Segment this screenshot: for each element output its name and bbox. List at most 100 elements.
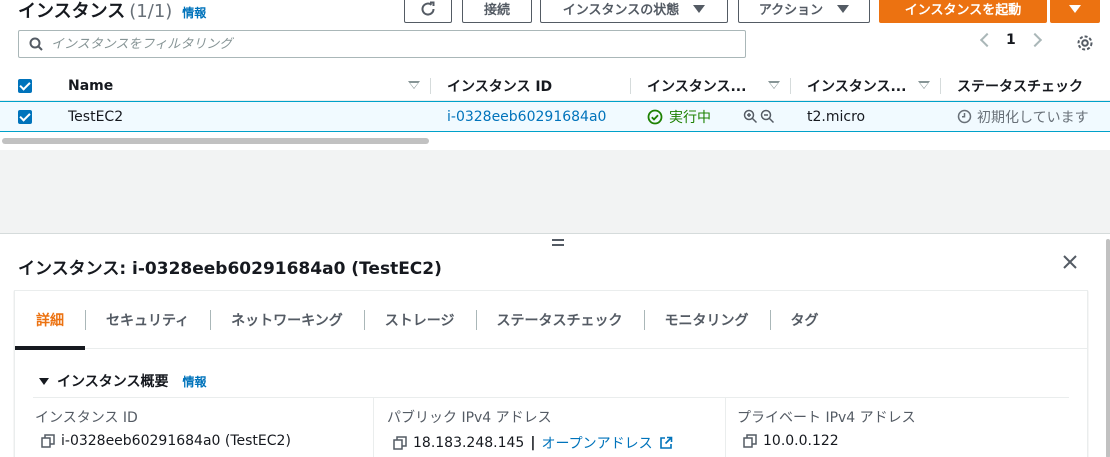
cell-instance-id-link[interactable]: i-0328eeb60291684a0 [447,102,606,131]
public-ip-value: 18.183.248.145 [413,435,525,451]
search-icon [29,37,43,51]
page-title-text: インスタンス [18,1,126,22]
column-header-instance-state[interactable]: インスタンス... [647,70,790,101]
launch-instance-label: インスタンスを起動 [904,3,1022,18]
detail-card: 詳細 セキュリティ ネットワーキング ストレージ ステータスチェック モニタリン… [14,290,1088,457]
instance-state-text: 実行中 [669,109,711,126]
instances-list-region: インスタンス (1/1) 情報 接続 インスタンスの状態 アクション インスタンスを… [0,0,1110,233]
status-check-text: 初期化しています [977,109,1089,126]
section-divider [33,397,1069,398]
caret-down-icon[interactable] [39,377,49,385]
column-header-label: インスタンス... [807,78,907,95]
column-header-status-check[interactable]: ステータスチェック [957,70,1107,101]
connect-button-label: 接続 [483,3,510,18]
instance-id-value: i-0328eeb60291684a0 (TestEC2) [61,433,291,449]
launch-options-dropdown[interactable] [1050,0,1100,23]
filter-search-box [18,30,746,58]
private-ip-value: 10.0.0.122 [763,433,839,449]
vertical-scrollbar[interactable] [1106,239,1110,457]
chevron-right-icon[interactable] [1027,32,1042,48]
filter-input[interactable] [51,36,701,52]
column-divider[interactable] [790,78,791,94]
section-info-link[interactable]: 情報 [182,373,206,390]
open-address-link[interactable]: オープンアドレス [541,433,652,453]
sort-icon[interactable] [408,81,420,89]
row-checkbox-cell [18,102,32,131]
caret-down-icon [837,4,850,13]
sort-icon[interactable] [918,81,930,89]
refresh-button[interactable] [404,0,452,23]
tab-networking[interactable]: ネットワーキング [210,291,364,349]
actions-dropdown[interactable]: アクション [738,0,870,23]
cell-status-check: 初期化しています [957,102,1089,131]
column-header-instance-type[interactable]: インスタンス... [807,70,940,101]
select-all-checkbox[interactable] [18,78,32,93]
cell-instance-state: 実行中 [647,102,711,131]
instances-table-container: インスタンス (1/1) 情報 接続 インスタンスの状態 アクション インスタンスを… [0,0,1110,150]
current-page[interactable]: 1 [1006,32,1016,48]
instance-state-label: インスタンスの状態 [562,3,680,18]
tab-security[interactable]: セキュリティ [85,291,210,349]
column-divider[interactable] [940,78,941,94]
copy-icon[interactable] [743,434,757,448]
actions-label: アクション [758,3,824,18]
field-value-instance-id: i-0328eeb60291684a0 (TestEC2) [41,433,291,449]
horizontal-scrollbar[interactable] [2,138,429,144]
check-circle-icon [647,109,663,124]
chevron-left-icon[interactable] [979,32,995,48]
copy-icon[interactable] [41,434,55,448]
detail-tabs: 詳細 セキュリティ ネットワーキング ストレージ ステータスチェック モニタリン… [15,291,1087,350]
caret-down-icon [693,4,706,13]
caret-down-icon [1069,4,1081,13]
instance-state-dropdown[interactable]: インスタンスの状態 [540,0,728,23]
field-label-private-ip: プライベート IPv4 アドレス [737,410,916,426]
column-header-label: ステータスチェック [957,78,1083,95]
launch-instance-button[interactable]: インスタンスを起動 [879,0,1047,23]
column-divider[interactable] [630,78,631,94]
instance-detail-panel: インスタンス: i-0328eeb60291684a0 (TestEC2) 詳細… [0,233,1110,457]
resize-handle[interactable] [552,239,564,249]
zoom-out-icon[interactable] [760,109,775,124]
refresh-icon [421,1,435,16]
page-title: インスタンス (1/1) 情報 [18,0,206,23]
column-divider [725,397,726,457]
sort-icon[interactable] [768,81,780,89]
tab-tags[interactable]: タグ [769,291,840,349]
tab-monitoring[interactable]: モニタリング [643,291,770,349]
column-header-label: Name [68,77,114,94]
cell-name: TestEC2 [68,108,124,125]
separator: | [530,435,536,451]
column-divider [373,397,374,457]
copy-icon[interactable] [393,436,407,450]
external-link-icon[interactable] [659,436,673,450]
field-label-public-ip: パブリック IPv4 アドレス [387,410,552,426]
instance-summary-header[interactable]: インスタンス概要 情報 [39,371,206,391]
field-label-instance-id: インスタンス ID [35,410,138,426]
field-value-public-ip: 18.183.248.145 | オープンアドレス [393,433,673,453]
instance-count: (1/1) [129,1,173,22]
close-icon[interactable] [1062,254,1078,270]
row-checkbox[interactable] [18,109,32,124]
zoom-controls [743,102,775,131]
table-row[interactable]: TestEC2 i-0328eeb60291684a0 実行中 t2.micro… [0,101,1110,132]
clock-icon [957,109,972,124]
connect-button[interactable]: 接続 [462,0,532,23]
tab-details[interactable]: 詳細 [15,291,85,350]
gear-icon[interactable] [1076,34,1094,52]
tab-status-checks[interactable]: ステータスチェック [475,291,644,349]
detail-panel-title: インスタンス: i-0328eeb60291684a0 (TestEC2) [18,259,442,279]
column-divider[interactable] [430,78,431,94]
pagination: 1 [979,32,1042,48]
column-header-instance-id[interactable]: インスタンス ID [447,70,630,101]
table-header: Name インスタンス ID インスタンス... インスタンス... ステータス… [0,70,1110,101]
cell-instance-type: t2.micro [807,108,866,125]
zoom-in-icon[interactable] [743,109,758,124]
column-header-label: インスタンス... [647,78,747,95]
column-header-name[interactable]: Name [68,70,430,101]
field-value-private-ip: 10.0.0.122 [743,433,839,449]
section-title: インスタンス概要 [57,374,169,390]
tab-storage[interactable]: ストレージ [363,291,476,349]
info-link[interactable]: 情報 [182,6,206,20]
column-header-label: インスタンス ID [447,78,553,95]
select-all-checkbox-cell [18,70,38,101]
